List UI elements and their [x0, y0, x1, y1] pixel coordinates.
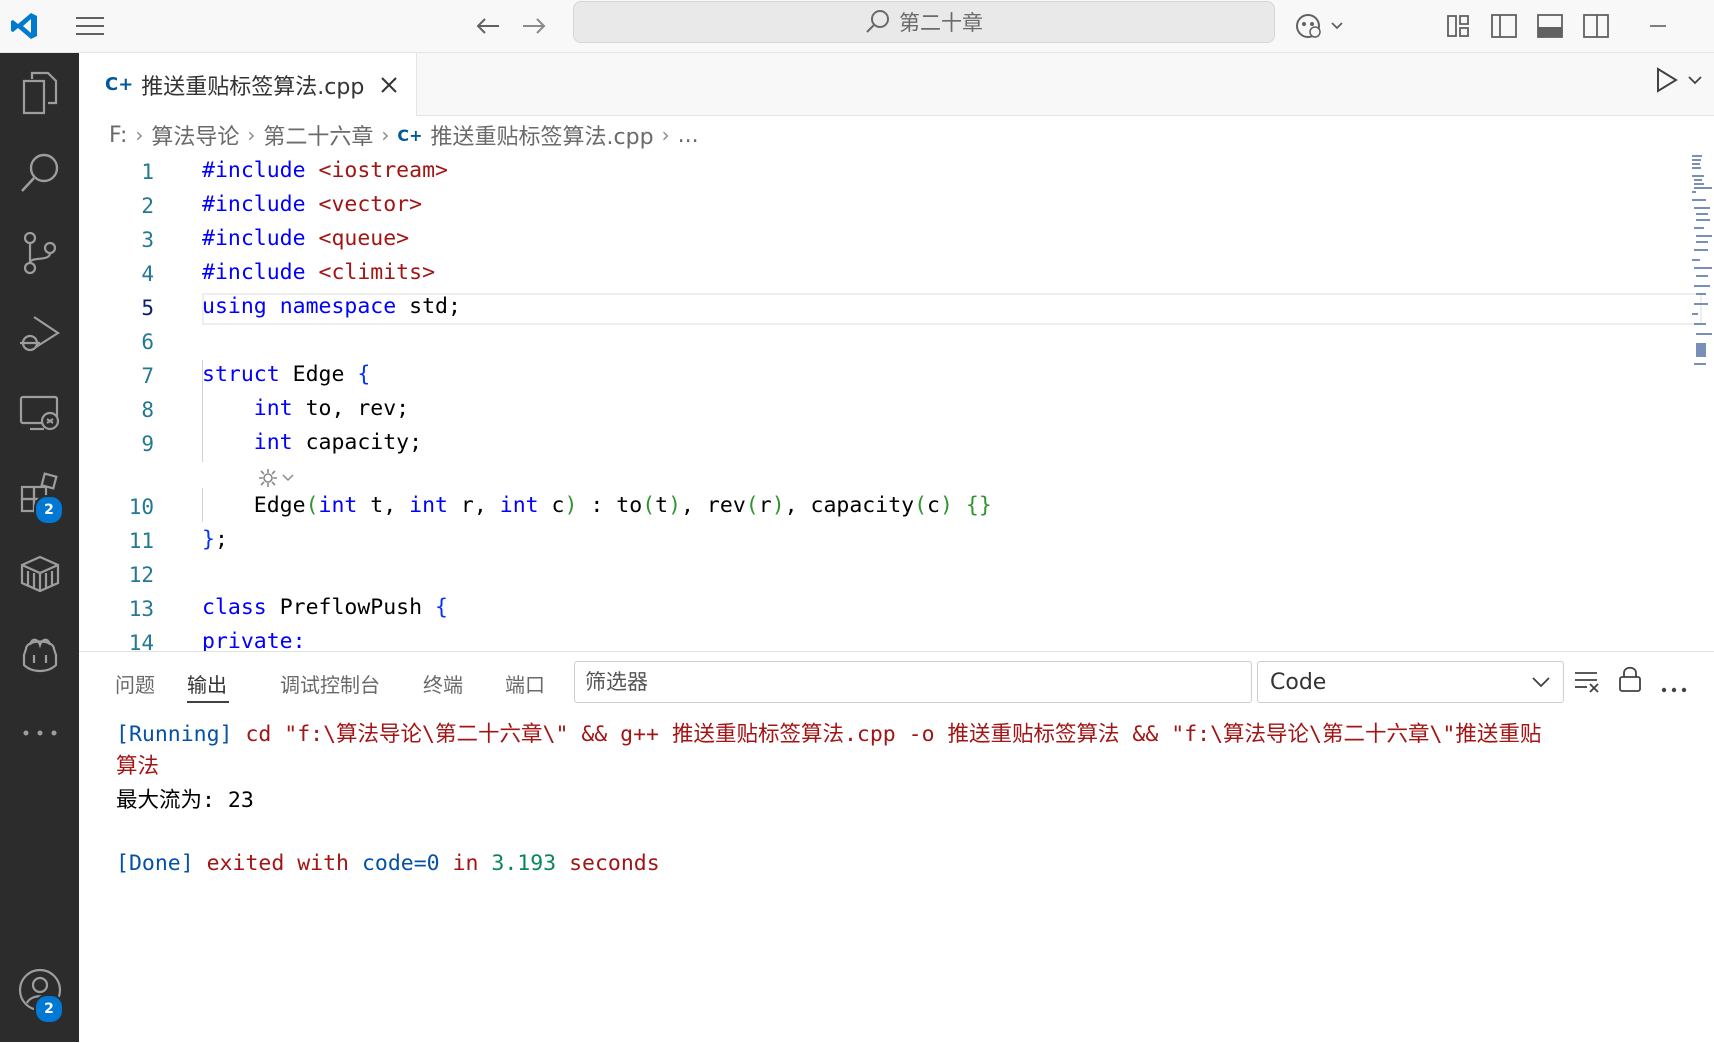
cpp-file-icon: C+	[105, 74, 134, 95]
breadcrumb-item[interactable]: ...	[678, 123, 699, 148]
line-number: 1	[141, 160, 154, 184]
play-icon	[1657, 67, 1678, 93]
line-number: 10	[128, 495, 154, 519]
menu-icon[interactable]	[70, 0, 110, 52]
toggle-primary-sidebar-icon[interactable]	[1486, 0, 1522, 52]
filter-input[interactable]	[574, 661, 1252, 703]
chevron-right-icon: ›	[381, 123, 390, 147]
search-icon[interactable]	[0, 133, 79, 213]
line-number: 9	[141, 432, 154, 456]
code-line: #include <iostream>	[202, 158, 448, 183]
code-line: #include <queue>	[202, 226, 410, 251]
command-center[interactable]: 第二十章	[573, 1, 1275, 43]
minimap[interactable]	[1690, 153, 1714, 403]
copilot-icon[interactable]	[1290, 0, 1350, 52]
lock-icon[interactable]	[1618, 665, 1642, 697]
active-tab-indicator	[187, 701, 229, 703]
breadcrumb-item[interactable]: 算法导论	[151, 119, 239, 151]
explorer-icon[interactable]	[0, 53, 79, 133]
back-arrow-icon[interactable]	[470, 0, 506, 52]
code-line: #include <climits>	[202, 260, 436, 285]
code-line: class PreflowPush {	[202, 595, 448, 620]
chevron-down-icon	[282, 474, 294, 482]
chevron-right-icon: ›	[661, 123, 670, 147]
chevron-down-icon[interactable]	[1687, 74, 1703, 86]
breadcrumb: F: › 算法导论 › 第二十六章 › C+ 推送重贴标签算法.cpp › ..…	[109, 117, 699, 153]
line-number: 6	[141, 330, 154, 354]
bottom-panel: 问题 输出 调试控制台 终端 端口 Code [Running] cd "f:\…	[79, 651, 1714, 1043]
output-channel-select[interactable]: Code	[1257, 661, 1564, 703]
clear-output-icon[interactable]	[1573, 668, 1601, 698]
run-debug-icon[interactable]	[0, 293, 79, 373]
breadcrumb-item[interactable]: 第二十六章	[263, 119, 373, 151]
source-control-icon[interactable]	[0, 213, 79, 293]
remote-explorer-icon[interactable]	[0, 373, 79, 453]
vscode-logo-icon	[0, 0, 48, 52]
title-bar: 第二十章	[0, 0, 1714, 53]
customize-layout-icon[interactable]	[1440, 0, 1476, 52]
editor-tab-strip: C+ 推送重贴标签算法.cpp	[79, 53, 1714, 116]
minimize-icon[interactable]	[1640, 0, 1676, 52]
tab-label: 推送重贴标签算法.cpp	[141, 74, 365, 100]
tab-terminal[interactable]: 终端	[423, 669, 463, 698]
command-center-text: 第二十章	[899, 11, 983, 35]
line-number: 3	[141, 228, 154, 252]
accounts-icon[interactable]: 2	[0, 950, 79, 1030]
code-line: #include <vector>	[202, 192, 423, 217]
output-running-line: [Running] cd "f:\算法导论\第二十六章\" && g++ 推送重…	[116, 722, 1542, 747]
cpp-file-icon: C+	[397, 125, 423, 145]
tab-debug-console[interactable]: 调试控制台	[280, 669, 380, 698]
code-line: struct Edge {	[202, 362, 371, 387]
breadcrumb-item[interactable]: F:	[109, 123, 127, 148]
tab-output[interactable]: 输出	[187, 669, 227, 698]
tab-cpp-file[interactable]: C+ 推送重贴标签算法.cpp	[79, 53, 417, 116]
sparkle-icon	[259, 469, 277, 487]
output-result: 最大流为: 23	[116, 788, 254, 813]
toggle-secondary-sidebar-icon[interactable]	[1578, 0, 1614, 52]
search-icon	[866, 10, 889, 33]
chevron-right-icon: ›	[247, 123, 256, 147]
code-line: };	[202, 527, 228, 552]
line-number: 12	[128, 563, 154, 587]
line-number: 11	[128, 529, 154, 553]
forward-arrow-icon[interactable]	[516, 0, 552, 52]
containers-icon[interactable]	[0, 533, 79, 613]
run-code-button[interactable]	[1655, 67, 1703, 93]
code-line: int capacity;	[253, 430, 423, 455]
close-icon[interactable]	[380, 76, 398, 94]
accounts-badge: 2	[34, 994, 64, 1024]
chevron-right-icon: ›	[135, 123, 144, 147]
more-actions-icon[interactable]	[1661, 678, 1687, 697]
code-line: Edge(int t, int r, int c) : to(t), rev(r…	[253, 493, 992, 518]
line-number: 14	[128, 631, 154, 651]
activity-bar: 2 2	[0, 53, 79, 1042]
extensions-icon[interactable]: 2	[0, 453, 79, 533]
output-done-line: [Done] exited with code=0 in 3.193 secon…	[116, 851, 660, 876]
tab-problems[interactable]: 问题	[115, 669, 155, 698]
copilot-codelens[interactable]	[257, 467, 295, 489]
code-editor[interactable]: 1 2 3 4 5 6 7 8 9 10 11 12 13 14 #includ…	[79, 153, 1714, 651]
line-number: 2	[141, 194, 154, 218]
more-icon[interactable]	[0, 693, 79, 773]
code-line: using namespace std;	[202, 294, 461, 319]
code-line: int to, rev;	[253, 396, 410, 421]
output-channel-value: Code	[1270, 669, 1327, 695]
copilot-chat-icon[interactable]	[0, 613, 79, 693]
line-number: 4	[141, 262, 154, 286]
output-running-wrap: 算法	[116, 754, 160, 779]
line-number: 7	[141, 364, 154, 388]
breadcrumb-item[interactable]: 推送重贴标签算法.cpp	[431, 119, 654, 151]
chevron-down-icon	[1532, 677, 1550, 688]
toggle-panel-icon[interactable]	[1532, 0, 1568, 52]
code-line: private:	[202, 629, 306, 651]
line-number: 5	[141, 296, 154, 320]
tab-ports[interactable]: 端口	[505, 669, 545, 698]
line-number: 13	[128, 597, 154, 621]
line-number: 8	[141, 398, 154, 422]
extensions-badge: 2	[34, 495, 64, 525]
